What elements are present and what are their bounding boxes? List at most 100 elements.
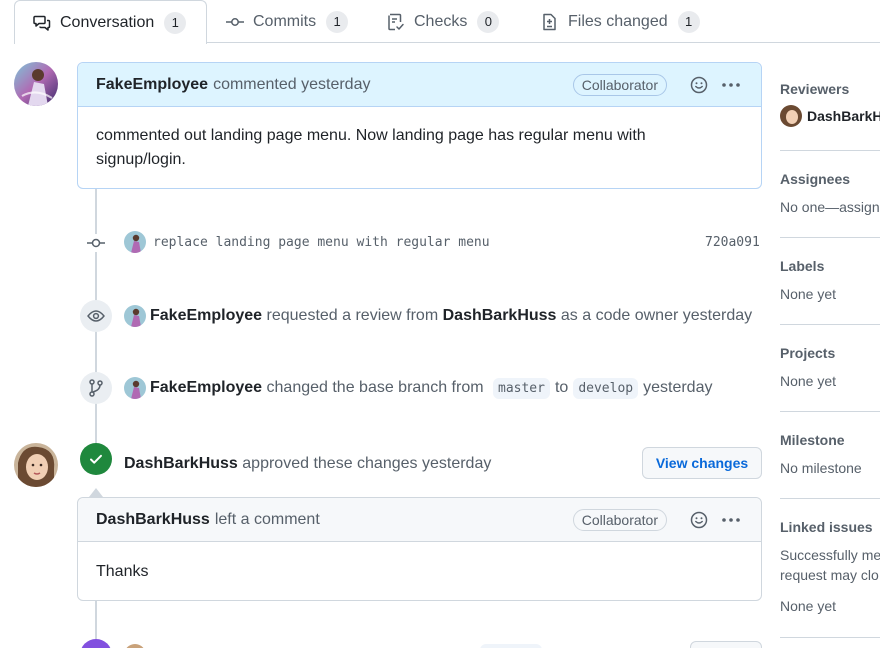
sidebar-divider — [780, 637, 880, 638]
reviewer-name[interactable]: DashBarkHuss — [124, 455, 238, 473]
reviewer-item[interactable]: DashBarkH — [780, 105, 880, 127]
comment-action: left a comment — [214, 510, 320, 528]
milestone-heading[interactable]: Milestone — [780, 432, 880, 448]
assignees-value[interactable]: No one—assign — [780, 197, 880, 217]
add-reaction-button[interactable] — [687, 508, 711, 532]
check-icon — [90, 454, 102, 464]
event-actor[interactable]: FakeEmployee — [150, 307, 262, 325]
sidebar-divider — [780, 150, 880, 151]
tab-commits[interactable]: Commits 1 — [226, 0, 349, 44]
tab-checks-label: Checks — [414, 13, 468, 30]
event-actor[interactable]: FakeEmployee — [150, 379, 262, 397]
comment-caret — [89, 488, 103, 497]
tab-files-changed-count: 1 — [677, 11, 700, 33]
reviewer-name[interactable]: DashBarkH — [807, 108, 880, 124]
reviewers-heading[interactable]: Reviewers — [780, 81, 880, 97]
comment-author[interactable]: FakeEmployee — [96, 76, 208, 94]
merged-badge — [80, 639, 112, 648]
avatar-fakeemployee[interactable] — [14, 62, 58, 106]
avatar-dashbarkhuss-small — [780, 105, 802, 127]
avatar-partial — [124, 644, 146, 648]
comment-author[interactable]: DashBarkHuss — [96, 511, 210, 529]
git-commit-icon — [226, 18, 244, 26]
event-text: to — [554, 379, 569, 396]
comment-card: FakeEmployee commented yesterday Collabo… — [77, 62, 762, 189]
collaborator-badge: Collaborator — [572, 73, 667, 96]
event-text[interactable]: approved these changes yesterday — [242, 455, 491, 473]
checklist-icon — [388, 13, 404, 31]
labels-value: None yet — [780, 286, 837, 302]
comment-options-button[interactable] — [719, 508, 743, 532]
sidebar-projects: Projects None yet — [780, 345, 880, 391]
tab-conversation-count: 1 — [164, 11, 187, 34]
branch-pill-partial — [480, 644, 542, 648]
assignees-heading[interactable]: Assignees — [780, 171, 880, 187]
git-commit-icon — [87, 238, 105, 248]
tab-checks[interactable]: Checks 0 — [387, 0, 500, 44]
smiley-icon — [690, 76, 708, 93]
avatar-fakeemployee-small[interactable] — [124, 231, 146, 253]
sidebar-divider — [780, 498, 880, 499]
review-comment-card: DashBarkHuss left a comment Collaborator… — [77, 497, 762, 601]
requested-reviewer[interactable]: DashBarkHuss — [443, 307, 557, 325]
branch-from[interactable]: master — [493, 377, 550, 399]
tab-conversation-label: Conversation — [60, 13, 155, 31]
approved-badge — [80, 443, 112, 475]
event-text: yesterday — [643, 379, 713, 396]
linked-issues-help-line2: request may clo — [780, 567, 879, 583]
avatar-fakeemployee-small[interactable] — [124, 377, 146, 399]
milestone-value: No milestone — [780, 460, 862, 476]
projects-heading[interactable]: Projects — [780, 345, 880, 361]
review-request-event: FakeEmployee requested a review from Das… — [150, 305, 752, 327]
kebab-horizontal-icon — [722, 517, 740, 522]
sidebar-divider — [780, 324, 880, 325]
tab-commits-label: Commits — [253, 13, 317, 30]
sidebar-linked-issues: Linked issues Successfully me request ma… — [780, 519, 880, 616]
event-text: as a code owner yesterday — [560, 307, 753, 324]
commit-message-link[interactable]: replace landing page menu with regular m… — [153, 235, 490, 250]
approval-event: DashBarkHuss approved these changes yest… — [124, 453, 491, 475]
sidebar-milestone: Milestone No milestone — [780, 432, 880, 478]
pr-tabs: Conversation 1 Commits 1 Checks 0 Files … — [0, 0, 880, 44]
linked-issues-heading[interactable]: Linked issues — [780, 519, 880, 535]
tab-conversation[interactable]: Conversation 1 — [14, 0, 207, 44]
linked-issues-value: None yet — [780, 598, 837, 614]
file-diff-icon — [543, 13, 556, 31]
base-branch-change-event: FakeEmployee changed the base branch fro… — [150, 377, 712, 399]
event-text: requested a review from — [266, 307, 439, 324]
comment-header: FakeEmployee commented yesterday Collabo… — [78, 63, 761, 107]
event-text: changed the base branch from — [266, 379, 484, 396]
labels-heading[interactable]: Labels — [780, 258, 880, 274]
comment-timestamp[interactable]: commented yesterday — [213, 76, 370, 94]
sidebar-assignees: Assignees No one—assign — [780, 171, 880, 217]
sidebar-divider — [780, 237, 880, 238]
git-branch-icon — [89, 379, 103, 397]
comment-body: commented out landing page menu. Now lan… — [96, 127, 646, 168]
sidebar-labels: Labels None yet — [780, 258, 880, 304]
comment-body: Thanks — [96, 563, 149, 580]
sidebar-divider — [780, 411, 880, 412]
tab-files-changed-label: Files changed — [568, 13, 668, 30]
base-change-badge — [80, 372, 112, 404]
view-changes-button[interactable]: View changes — [642, 447, 762, 479]
tab-commits-count: 1 — [326, 11, 349, 33]
tab-files-changed[interactable]: Files changed 1 — [541, 0, 700, 44]
collaborator-badge: Collaborator — [572, 508, 667, 531]
review-request-badge — [80, 300, 112, 332]
projects-value: None yet — [780, 373, 837, 389]
button-partial[interactable] — [690, 641, 762, 648]
commit-sha-link[interactable]: 720a091 — [705, 235, 760, 250]
comment-discussion-icon — [33, 15, 51, 31]
comment-header: DashBarkHuss left a comment Collaborator — [78, 498, 761, 542]
commit-node — [86, 234, 106, 252]
add-reaction-button[interactable] — [687, 73, 711, 97]
avatar-dashbarkhuss[interactable] — [14, 443, 58, 487]
tab-checks-count: 0 — [477, 11, 500, 33]
branch-to[interactable]: develop — [573, 377, 639, 399]
comment-options-button[interactable] — [719, 73, 743, 97]
sidebar-reviewers: Reviewers DashBarkH — [780, 81, 880, 127]
avatar-fakeemployee-small[interactable] — [124, 305, 146, 327]
kebab-horizontal-icon — [722, 82, 740, 87]
eye-icon — [87, 310, 105, 322]
smiley-icon — [690, 511, 708, 528]
